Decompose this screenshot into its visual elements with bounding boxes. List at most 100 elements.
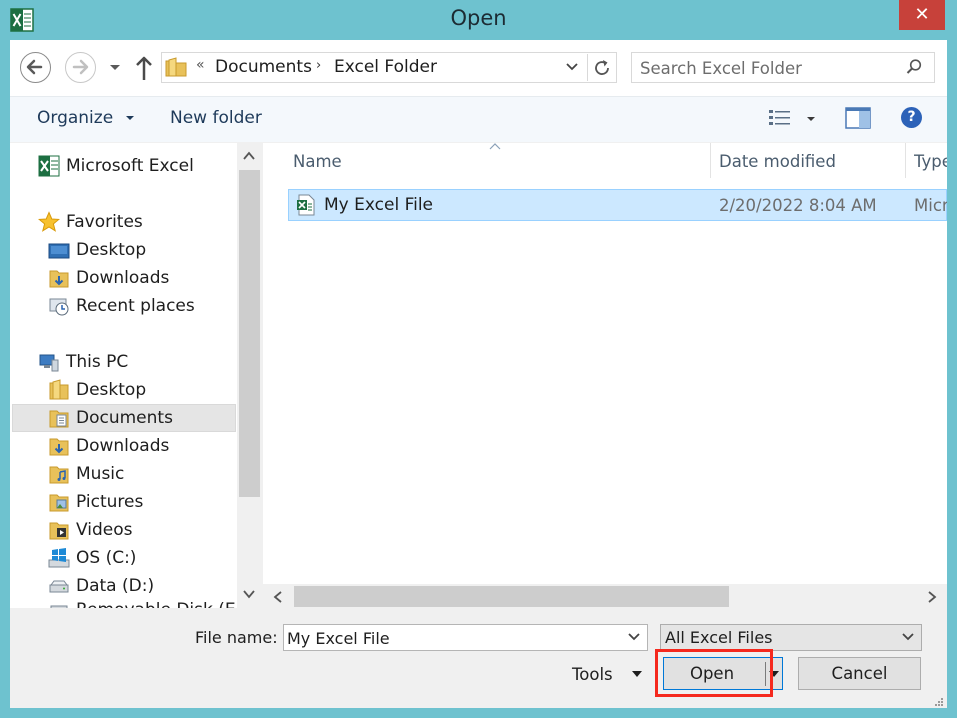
search-input[interactable] — [640, 57, 900, 79]
nav-item-os-c[interactable]: OS (C:) — [48, 544, 136, 572]
desktop-icon — [48, 243, 70, 259]
organize-label: Organize — [37, 108, 114, 128]
tools-dropdown-icon[interactable] — [631, 670, 643, 678]
excel-icon — [38, 155, 60, 177]
tools-button[interactable]: Tools — [572, 665, 613, 684]
search-icon[interactable] — [905, 58, 923, 76]
windows-drive-icon — [48, 548, 70, 568]
nav-item-label: Documents — [76, 408, 173, 428]
file-type-cell: Microsoft Excel Worksheet — [914, 196, 947, 215]
nav-item-label: Favorites — [66, 212, 143, 232]
nav-item-pc-downloads[interactable]: Downloads — [48, 432, 169, 460]
nav-item-label: Downloads — [76, 268, 170, 288]
refresh-icon[interactable] — [592, 58, 612, 78]
nav-item-microsoft-excel[interactable]: Microsoft Excel — [38, 152, 194, 180]
scroll-right-chevron-icon[interactable] — [927, 591, 937, 603]
nav-item-label: Videos — [76, 520, 133, 540]
open-split-divider — [765, 662, 766, 686]
computer-icon — [39, 354, 59, 372]
address-dropdown-chevron-icon[interactable] — [565, 62, 579, 72]
chevron-down-icon — [125, 116, 134, 120]
excel-file-icon — [297, 194, 315, 216]
arrow-right-icon — [72, 59, 89, 75]
nav-scrollbar-thumb[interactable] — [239, 170, 260, 497]
scroll-left-chevron-icon[interactable] — [273, 591, 283, 603]
help-icon[interactable]: ? — [901, 107, 922, 128]
nav-item-label: Downloads — [76, 436, 170, 456]
column-divider[interactable] — [905, 143, 906, 178]
folder-icon — [49, 379, 69, 400]
cancel-button[interactable]: Cancel — [798, 657, 921, 690]
scroll-down-chevron-icon[interactable] — [242, 588, 256, 600]
music-folder-icon — [49, 466, 69, 484]
nav-item-label: Pictures — [76, 492, 144, 512]
change-view-icon[interactable] — [768, 108, 792, 128]
downloads-folder-icon — [49, 438, 69, 456]
file-name-combobox[interactable] — [283, 624, 648, 651]
nav-item-music[interactable]: Music — [48, 460, 124, 488]
preview-pane-icon[interactable] — [845, 106, 871, 130]
close-icon: ✕ — [914, 4, 930, 25]
recent-locations-dropdown[interactable] — [109, 60, 121, 74]
file-name-cell[interactable]: My Excel File — [324, 195, 433, 215]
videos-folder-icon — [49, 522, 69, 540]
nav-item-data-d[interactable]: Data (D:) — [48, 572, 154, 600]
nav-item-label: Desktop — [76, 240, 147, 260]
sort-ascending-icon — [489, 143, 501, 150]
column-header-date-modified[interactable]: Date modified — [719, 152, 836, 171]
nav-item-label: OS (C:) — [76, 548, 137, 568]
file-date-cell: 2/20/2022 8:04 AM — [719, 196, 877, 215]
scroll-up-chevron-icon[interactable] — [242, 150, 256, 162]
nav-item-this-pc[interactable]: This PC — [38, 348, 128, 376]
file-name-input[interactable] — [287, 628, 617, 648]
removable-drive-icon — [50, 605, 68, 608]
nav-item-label: Removable Disk (E — [76, 600, 236, 608]
horizontal-scrollbar-thumb[interactable] — [294, 586, 729, 607]
nav-item-desktop[interactable]: Desktop — [48, 236, 146, 264]
star-icon — [38, 211, 60, 232]
address-divider — [587, 54, 588, 81]
overflow-chevron-icon[interactable]: « — [196, 57, 205, 73]
close-button[interactable]: ✕ — [899, 0, 945, 30]
breadcrumb-documents[interactable]: Documents — [215, 57, 312, 77]
downloads-folder-icon — [49, 270, 69, 288]
nav-item-label: Data (D:) — [76, 576, 155, 596]
breadcrumb-separator-icon[interactable]: › — [316, 58, 321, 73]
back-button[interactable] — [20, 52, 51, 83]
nav-item-downloads[interactable]: Downloads — [48, 264, 169, 292]
search-box[interactable] — [631, 52, 935, 83]
nav-item-label: Recent places — [76, 296, 195, 316]
open-button-label[interactable]: Open — [663, 664, 761, 683]
nav-item-removable-disk[interactable]: Removable Disk (E — [48, 600, 236, 608]
file-name-dropdown-chevron-icon[interactable] — [627, 632, 641, 642]
breadcrumb-excel-folder[interactable]: Excel Folder — [334, 57, 437, 77]
nav-item-pictures[interactable]: Pictures — [48, 488, 143, 516]
column-divider[interactable] — [710, 143, 711, 178]
documents-folder-icon — [49, 410, 69, 428]
resize-grip-icon[interactable] — [934, 697, 944, 707]
nav-item-recent-places[interactable]: Recent places — [48, 292, 195, 320]
nav-item-label: Microsoft Excel — [66, 156, 194, 176]
arrow-left-icon — [26, 59, 43, 75]
nav-item-videos[interactable]: Videos — [48, 516, 133, 544]
forward-button[interactable] — [65, 52, 96, 83]
up-folder-button[interactable] — [134, 54, 154, 82]
drive-icon — [49, 580, 69, 593]
nav-item-pc-desktop[interactable]: Desktop — [48, 376, 146, 404]
open-options-dropdown-icon[interactable] — [768, 670, 780, 678]
folder-icon — [165, 57, 187, 77]
column-header-type[interactable]: Type — [914, 152, 947, 171]
filter-dropdown-chevron-icon[interactable] — [901, 632, 915, 642]
new-folder-button[interactable]: New folder — [170, 108, 262, 128]
nav-item-documents[interactable]: Documents — [48, 404, 173, 432]
organize-button[interactable]: Organize — [37, 108, 135, 128]
window-title: Open — [450, 6, 507, 30]
view-options-dropdown-icon[interactable] — [806, 115, 816, 123]
pictures-folder-icon — [49, 494, 69, 512]
nav-item-label: Desktop — [76, 380, 147, 400]
recent-places-icon — [49, 298, 69, 316]
nav-item-favorites[interactable]: Favorites — [38, 208, 143, 236]
nav-item-label: This PC — [66, 352, 129, 372]
file-type-filter-value[interactable]: All Excel Files — [665, 628, 773, 647]
column-header-name[interactable]: Name — [293, 152, 342, 171]
